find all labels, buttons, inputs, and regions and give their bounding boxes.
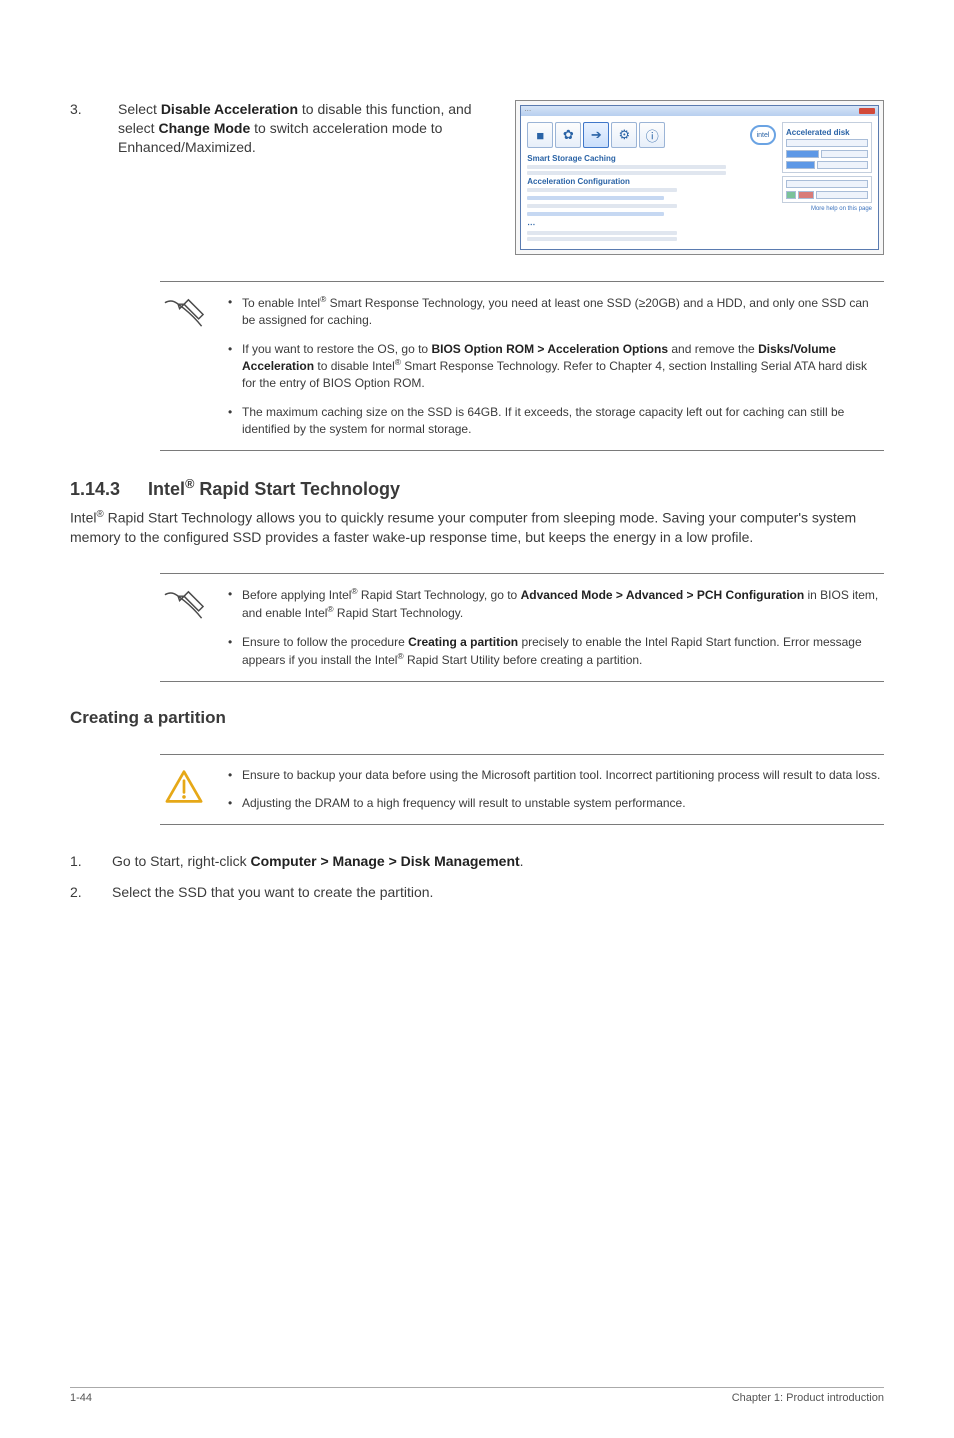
tab-manage-icon: ✿ <box>555 122 581 148</box>
mini-side-title: Accelerated disk <box>786 128 868 137</box>
mini-left-col: ■ ✿ ➔ ⚙ ⓘ intel Smart Storage Caching Ac… <box>527 122 776 243</box>
n1b2-pre: If you want to restore the OS, go to <box>242 342 431 356</box>
note2-item-1: Before applying Intel® Rapid Start Techn… <box>228 586 884 622</box>
para-body: Rapid Start Technology allows you to qui… <box>70 509 856 545</box>
footer-page-number: 1-44 <box>70 1392 92 1404</box>
s1-bold: Computer > Manage > Disk Management <box>250 853 519 869</box>
step2-text: Select the SSD that you want to create t… <box>112 882 433 903</box>
tab-status-icon: ■ <box>527 122 553 148</box>
step2-number: 2. <box>70 882 90 903</box>
section-title-sup: ® <box>185 477 194 491</box>
creating-partition-heading: Creating a partition <box>70 708 884 728</box>
n2b1-bold: Advanced Mode > Advanced > PCH Configura… <box>521 588 805 602</box>
step-3-text: Select Disable Acceleration to disable t… <box>118 100 493 157</box>
n1b1-pre: To enable Intel <box>242 296 320 310</box>
step-3-text-col: 3. Select Disable Acceleration to disabl… <box>70 100 493 255</box>
caution-bullets: Ensure to backup your data before using … <box>228 767 884 813</box>
caution-block: Ensure to backup your data before using … <box>160 754 884 826</box>
caution-item-1: Ensure to backup your data before using … <box>228 767 884 784</box>
step1-text: Go to Start, right-click Computer > Mana… <box>112 851 524 872</box>
para-pre: Intel <box>70 509 96 525</box>
section-title-pre: Intel <box>148 479 185 499</box>
tab-preferences-icon: ⚙ <box>611 122 637 148</box>
intel-logo-icon: intel <box>750 125 776 145</box>
note-block-1: To enable Intel® Smart Response Technolo… <box>160 281 884 451</box>
tab-help-icon: ⓘ <box>639 122 665 148</box>
n1b1-mid: Smart Response Technology, you need at l… <box>242 296 869 327</box>
mini-volcfg: ⋯ <box>527 220 776 229</box>
partition-steps-list: 1. Go to Start, right-click Computer > M… <box>70 851 884 903</box>
step3-bold2: Change Mode <box>158 120 250 136</box>
partition-step-1: 1. Go to Start, right-click Computer > M… <box>70 851 884 872</box>
caution-item-2: Adjusting the DRAM to a high frequency w… <box>228 795 884 812</box>
mini-title-dots: ⋯ <box>524 107 531 115</box>
pencil-icon <box>160 294 208 438</box>
s1-post: . <box>520 853 524 869</box>
note2-bullets: Before applying Intel® Rapid Start Techn… <box>228 586 884 668</box>
caution-icon <box>160 767 208 813</box>
n2b2-tail: Rapid Start Utility before creating a pa… <box>404 653 643 667</box>
mini-titlebar: ⋯ <box>521 106 878 116</box>
page-footer: 1-44 Chapter 1: Product introduction <box>70 1387 884 1404</box>
screenshot-thumbnail: ⋯ ■ ✿ ➔ ⚙ ⓘ intel Smart Storage Caching <box>515 100 884 255</box>
note1-item-3: The maximum caching size on the SSD is 6… <box>228 404 884 438</box>
mini-heading: Smart Storage Caching <box>527 154 776 163</box>
n2b1-pre: Before applying Intel <box>242 588 351 602</box>
step3-pre: Select <box>118 101 161 117</box>
footer-chapter: Chapter 1: Product introduction <box>732 1392 884 1404</box>
pencil-icon-2 <box>160 586 208 668</box>
section-heading: 1.14.3 Intel® Rapid Start Technology <box>70 477 884 500</box>
section-paragraph: Intel® Rapid Start Technology allows you… <box>70 508 884 548</box>
para-sup: ® <box>96 509 103 520</box>
step1-number: 1. <box>70 851 90 872</box>
close-icon <box>859 108 875 114</box>
step3-bold1: Disable Acceleration <box>161 101 298 117</box>
step-3-row: 3. Select Disable Acceleration to disabl… <box>70 100 884 255</box>
note2-item-2: Ensure to follow the procedure Creating … <box>228 634 884 669</box>
mini-subhead: Acceleration Configuration <box>527 177 776 186</box>
n1b2-mid1: and remove the <box>668 342 758 356</box>
note1-item-1: To enable Intel® Smart Response Technolo… <box>228 294 884 329</box>
n2b2-pre: Ensure to follow the procedure <box>242 635 408 649</box>
n2b1-mid: Rapid Start Technology, go to <box>358 588 521 602</box>
section-number: 1.14.3 <box>70 479 120 499</box>
n1b2-mid2: to disable Intel <box>314 359 395 373</box>
mini-window: ⋯ ■ ✿ ➔ ⚙ ⓘ intel Smart Storage Caching <box>520 105 879 250</box>
mini-link1 <box>527 196 664 200</box>
n1b2-bold1: BIOS Option ROM > Acceleration Options <box>431 342 668 356</box>
section-title-post: Rapid Start Technology <box>194 479 400 499</box>
n2b1-tail: Rapid Start Technology. <box>334 606 464 620</box>
partition-step-2: 2. Select the SSD that you want to creat… <box>70 882 884 903</box>
s1-pre: Go to Start, right-click <box>112 853 250 869</box>
mini-more-link: More help on this page <box>782 206 872 212</box>
n2b2-bold: Creating a partition <box>408 635 518 649</box>
step-3-number: 3. <box>70 100 90 157</box>
mini-link2 <box>527 212 664 216</box>
tab-accelerate-icon: ➔ <box>583 122 609 148</box>
note-block-2: Before applying Intel® Rapid Start Techn… <box>160 573 884 681</box>
mini-right-col: Accelerated disk More help on this page <box>782 122 872 243</box>
note1-bullets: To enable Intel® Smart Response Technolo… <box>228 294 884 438</box>
note1-item-2: If you want to restore the OS, go to BIO… <box>228 341 884 392</box>
